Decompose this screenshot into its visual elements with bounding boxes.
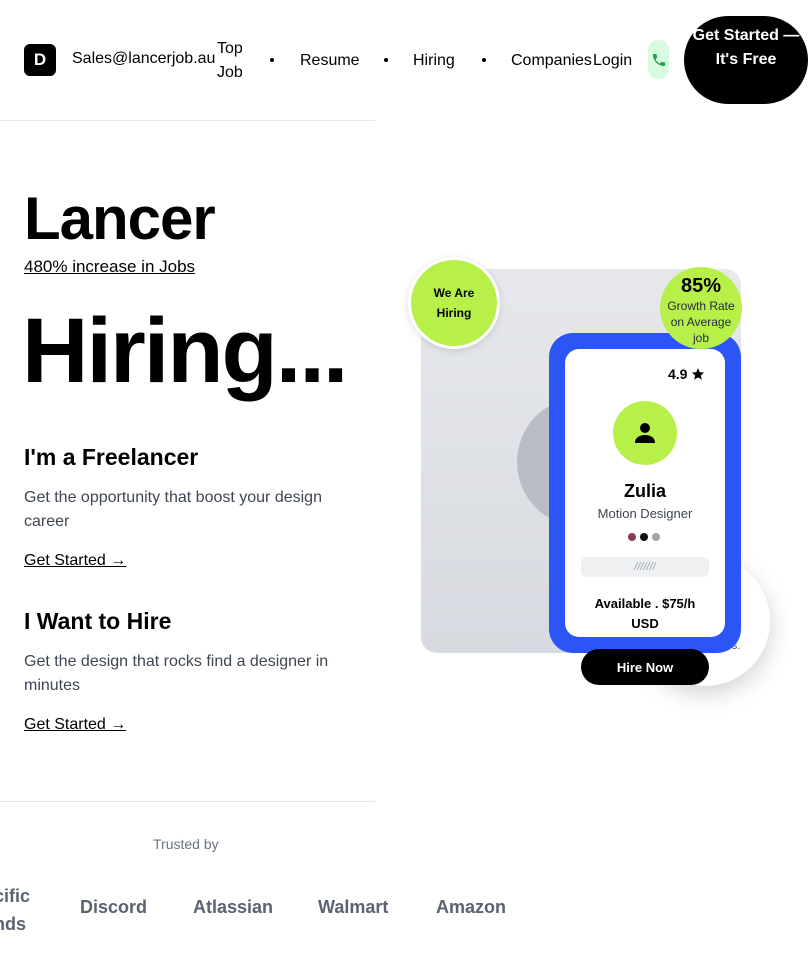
brand-discord: Discord bbox=[80, 897, 148, 917]
avatar bbox=[613, 401, 677, 465]
freelancer-get-started-link[interactable]: Get Started → bbox=[24, 552, 126, 570]
email-link[interactable]: Sales@lancerjob.au bbox=[72, 50, 215, 68]
brand-walmart: Walmart bbox=[318, 897, 389, 917]
site-header: D Sales@lancerjob.au Top Job Resume Hiri… bbox=[0, 0, 808, 120]
freelancer-heading: I'm a Freelancer bbox=[24, 444, 199, 470]
divider bbox=[0, 801, 375, 802]
nav-companies[interactable]: Companies bbox=[511, 49, 592, 73]
hero-hiring-text: Hiring... bbox=[22, 300, 348, 402]
login-link[interactable]: Login bbox=[593, 49, 632, 73]
brand-logo: cific nds bbox=[0, 886, 31, 934]
skills-placeholder-bar: /////// bbox=[581, 557, 709, 577]
growth-rate-badge: 85% Growth Rate on Average job bbox=[660, 267, 742, 349]
freelancer-description: Get the opportunity that boost your desi… bbox=[24, 489, 322, 530]
hire-description: Get the design that rocks find a designe… bbox=[24, 653, 329, 694]
user-icon bbox=[635, 423, 655, 443]
trusted-by-label: Trusted by bbox=[153, 836, 219, 852]
rating-value: 4.9 bbox=[668, 366, 688, 382]
nav-separator bbox=[384, 58, 388, 62]
star-icon bbox=[692, 368, 705, 380]
nav-resume[interactable]: Resume bbox=[300, 49, 360, 73]
availability-text: Available . $75/h USD bbox=[594, 596, 696, 631]
rating: 4.9 bbox=[668, 366, 705, 382]
hire-now-button[interactable]: Hire Now bbox=[581, 649, 709, 685]
phone-icon bbox=[652, 53, 665, 66]
phone-button[interactable] bbox=[648, 40, 669, 79]
divider bbox=[0, 120, 375, 121]
swatch bbox=[652, 533, 660, 541]
logo[interactable]: D bbox=[24, 44, 56, 76]
swatch bbox=[640, 533, 648, 541]
profile-role: Motion Designer bbox=[597, 506, 693, 521]
brand-amazon: Amazon bbox=[436, 897, 507, 917]
brand-atlassian: Atlassian bbox=[193, 897, 274, 917]
nav-hiring[interactable]: Hiring bbox=[413, 49, 455, 73]
hire-heading: I Want to Hire bbox=[24, 608, 172, 634]
color-swatches bbox=[628, 533, 660, 541]
nav-separator bbox=[270, 58, 274, 62]
growth-rate-value: 85% bbox=[680, 275, 722, 297]
hero-stat-link[interactable]: 480% increase in Jobs bbox=[24, 257, 195, 277]
profile-name: Zulia bbox=[623, 481, 666, 501]
nav-separator bbox=[482, 58, 486, 62]
growth-rate-label: Growth Rate on Average job bbox=[667, 299, 735, 345]
swatch bbox=[628, 533, 636, 541]
nav-top-job[interactable]: Top Job bbox=[217, 37, 257, 85]
get-started-button[interactable]: Get Started — It's Free bbox=[684, 16, 808, 104]
we-are-hiring-badge: We Are Hiring bbox=[408, 257, 500, 349]
hero-title: Lancer bbox=[24, 185, 216, 252]
hire-get-started-link[interactable]: Get Started → bbox=[24, 716, 126, 734]
